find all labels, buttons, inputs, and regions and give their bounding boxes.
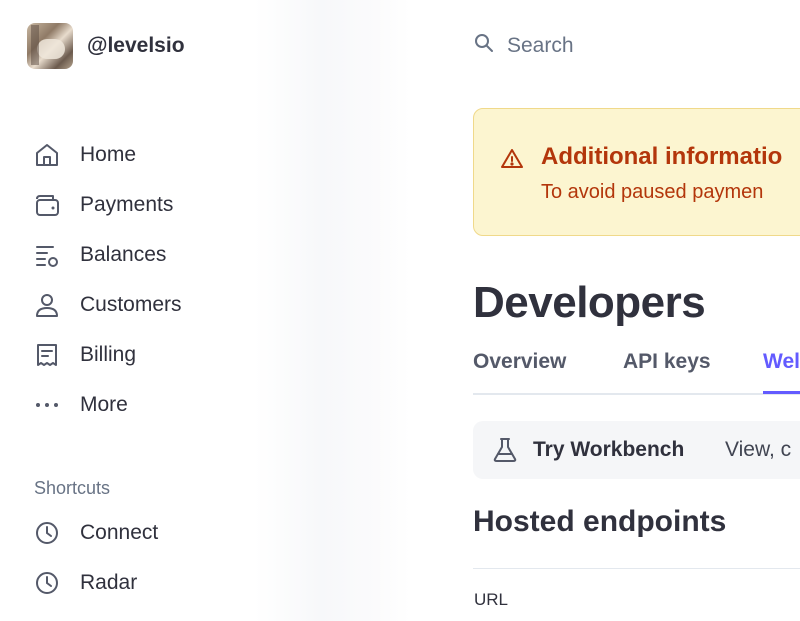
- sidebar-item-label: Billing: [80, 343, 137, 366]
- sidebar-item-payments[interactable]: Payments: [32, 180, 182, 230]
- page-title: Developers: [473, 278, 706, 327]
- workbench-card[interactable]: Try Workbench View, c: [473, 421, 800, 479]
- more-icon: [32, 390, 62, 420]
- clock-icon: [32, 568, 62, 598]
- active-tab-indicator: [763, 391, 800, 394]
- home-icon: [32, 140, 62, 170]
- shortcut-label: Radar: [80, 571, 138, 594]
- person-icon: [32, 290, 62, 320]
- flask-icon: [491, 436, 519, 469]
- sidebar-item-label: Payments: [80, 193, 174, 216]
- sidebar-item-customers[interactable]: Customers: [32, 280, 182, 330]
- shortcuts-list: Connect Radar: [32, 508, 158, 608]
- sidebar-nav: Home Payments Balances Customers Billing…: [32, 130, 182, 430]
- sidebar-item-billing[interactable]: Billing: [32, 330, 182, 380]
- sidebar-item-label: Customers: [80, 293, 182, 316]
- search-icon: [473, 32, 495, 59]
- banner-text: To avoid paused paymen: [541, 181, 764, 203]
- url-column-header: URL: [474, 590, 509, 609]
- balances-icon: [32, 240, 62, 270]
- shortcut-label: Connect: [80, 521, 159, 544]
- tab-overview[interactable]: Overview: [473, 350, 566, 374]
- section-title: Hosted endpoints: [473, 505, 727, 538]
- avatar: [27, 23, 73, 69]
- tab-api-keys[interactable]: API keys: [623, 350, 711, 374]
- receipt-icon: [32, 340, 62, 370]
- wallet-icon: [32, 190, 62, 220]
- sidebar-item-home[interactable]: Home: [32, 130, 182, 180]
- info-banner[interactable]: Additional informatio To avoid paused pa…: [473, 108, 800, 236]
- sidebar: @levelsio Home Payments Balances Custome…: [0, 0, 410, 621]
- shortcuts-heading: Shortcuts: [34, 478, 111, 498]
- sidebar-item-balances[interactable]: Balances: [32, 230, 182, 280]
- workbench-title: Try Workbench: [533, 438, 685, 461]
- shortcut-radar[interactable]: Radar: [32, 558, 158, 608]
- sidebar-item-label: More: [80, 393, 128, 416]
- sidebar-item-label: Home: [80, 143, 137, 166]
- search-bar[interactable]: Search: [473, 32, 574, 59]
- account-name: @levelsio: [87, 34, 185, 57]
- clock-icon: [32, 518, 62, 548]
- sidebar-item-label: Balances: [80, 243, 167, 266]
- warning-icon: [500, 147, 524, 176]
- sidebar-item-more[interactable]: More: [32, 380, 182, 430]
- workbench-description: View, c: [725, 438, 792, 461]
- tab-bar: Overview API keys Wel: [473, 348, 800, 395]
- account-switcher[interactable]: @levelsio: [27, 23, 185, 69]
- search-placeholder: Search: [507, 33, 574, 57]
- tab-webhooks[interactable]: Wel: [763, 350, 800, 374]
- divider: [473, 568, 800, 569]
- shortcut-connect[interactable]: Connect: [32, 508, 158, 558]
- banner-title: Additional informatio: [541, 143, 783, 170]
